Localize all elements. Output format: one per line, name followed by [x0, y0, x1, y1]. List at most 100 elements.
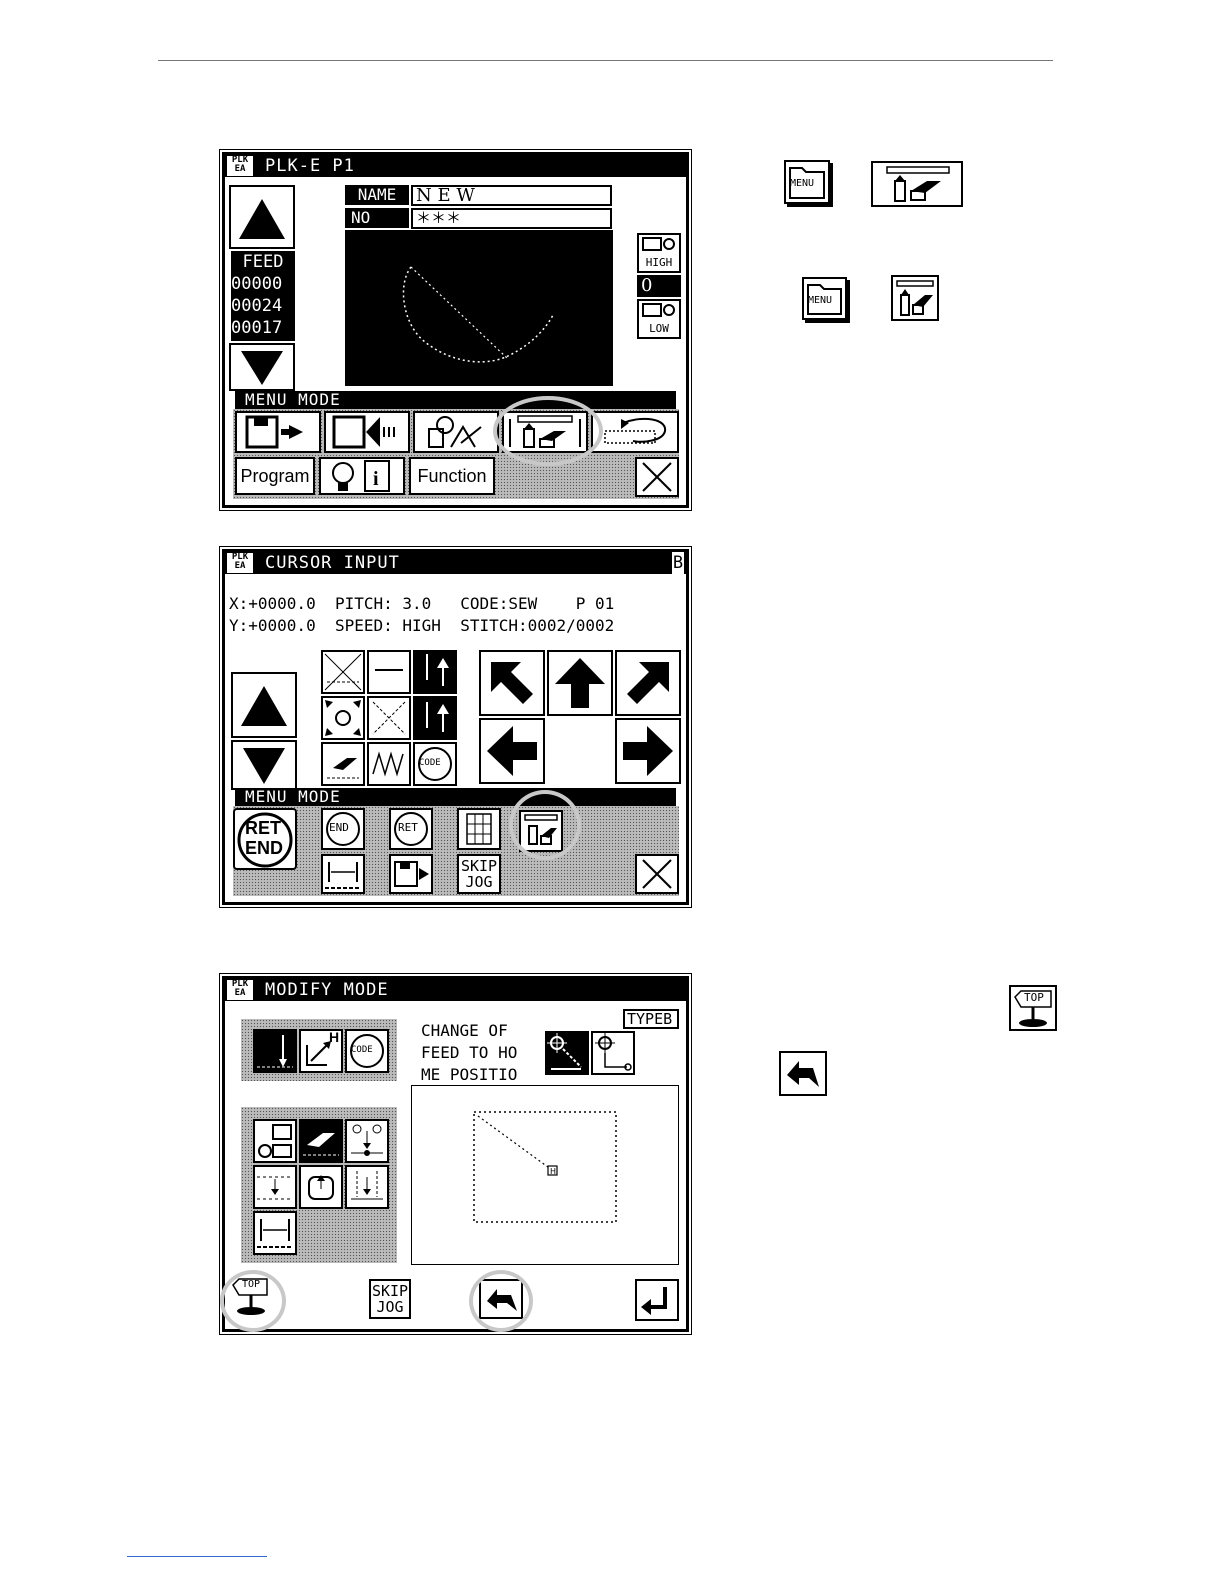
- move-point-button[interactable]: [345, 1119, 389, 1163]
- move-block-icon: [257, 1176, 293, 1200]
- speed-high-label: HIGH: [645, 256, 673, 269]
- no-field[interactable]: ＊＊＊: [411, 208, 612, 229]
- width-button[interactable]: [321, 854, 365, 894]
- offset-button[interactable]: [345, 1165, 389, 1209]
- erase-button[interactable]: [299, 1119, 343, 1163]
- type-value: B: [663, 1010, 673, 1028]
- highlight-ring: [220, 1270, 286, 1332]
- save-pattern-button[interactable]: [235, 411, 321, 453]
- needle-feed-icon: [257, 1035, 293, 1068]
- screen-modify-mode: PLK EA MODIFY MODE H CODE CHANGE OF FEED …: [219, 973, 692, 1335]
- toolbar-area: [233, 806, 679, 896]
- close-button[interactable]: [635, 854, 679, 894]
- convert-arrow-icon: [604, 417, 667, 444]
- end-button[interactable]: END: [321, 808, 365, 850]
- erase-button[interactable]: [321, 742, 365, 786]
- program-button[interactable]: Program: [235, 457, 315, 495]
- feed-path-button[interactable]: [591, 1031, 635, 1075]
- skip-jog-button[interactable]: SKIP JOG: [369, 1279, 411, 1319]
- home-position-button[interactable]: H: [299, 1029, 343, 1073]
- zigzag-icon: [372, 751, 404, 777]
- numpad-button[interactable]: [457, 808, 501, 850]
- load-pattern-button[interactable]: [324, 411, 410, 453]
- point-select-button[interactable]: [321, 696, 365, 740]
- enter-button[interactable]: [635, 1279, 679, 1321]
- zigzag-button[interactable]: [367, 742, 411, 786]
- arrow-up-right-icon: [627, 662, 669, 704]
- plk-logo: PLK EA: [227, 553, 253, 573]
- ret-button[interactable]: RET: [389, 808, 433, 850]
- transform-pattern-button[interactable]: [591, 411, 679, 453]
- arrow-left-icon: [487, 726, 537, 776]
- code-button[interactable]: CODE: [345, 1029, 389, 1073]
- description-line-1: CHANGE OF: [421, 1021, 508, 1040]
- needle-up-alt-button[interactable]: [413, 696, 457, 740]
- close-button[interactable]: [635, 457, 679, 497]
- name-field[interactable]: N E W: [411, 185, 612, 206]
- converge-arrows-icon: [325, 700, 361, 736]
- eraser-icon: [303, 1133, 339, 1156]
- title-bar: PLK EA PLK-E P1: [225, 155, 686, 177]
- create-pattern-button[interactable]: [413, 411, 499, 453]
- cross-dashed-icon: [372, 701, 406, 735]
- numpad-icon: [466, 813, 492, 845]
- scroll-down-button[interactable]: [231, 740, 297, 790]
- info-button[interactable]: i: [319, 457, 405, 495]
- feed-down-button[interactable]: [229, 343, 295, 391]
- width-button[interactable]: [253, 1211, 297, 1255]
- title-bar: PLK EA CURSOR INPUT B: [225, 552, 686, 574]
- save-button[interactable]: [389, 854, 433, 894]
- description-line-2: FEED TO HO: [421, 1043, 518, 1062]
- ret-button-label: RET: [398, 821, 418, 834]
- cross-button[interactable]: [367, 696, 411, 740]
- speed-dial-icon: [642, 303, 675, 317]
- needle-up-icon: [426, 702, 449, 732]
- needle-up-button[interactable]: [413, 650, 457, 694]
- scroll-up-button[interactable]: [231, 672, 297, 738]
- function-button[interactable]: Function: [409, 457, 495, 495]
- pattern-preview: [345, 230, 613, 386]
- plk-logo: PLK EA: [227, 156, 253, 176]
- move-element-button[interactable]: [299, 1165, 343, 1209]
- needle-feed-button[interactable]: [253, 1029, 297, 1073]
- move-right-button[interactable]: [615, 718, 681, 784]
- move-left-button[interactable]: [479, 718, 545, 784]
- highlight-ring: [493, 396, 603, 466]
- move-up-button[interactable]: [547, 650, 613, 716]
- feed-up-button[interactable]: [229, 185, 295, 249]
- jog-label: JOG: [465, 873, 493, 891]
- speed-low-button[interactable]: LOW: [637, 299, 681, 339]
- feed-value-2: 00024: [231, 296, 283, 316]
- skip-jog-button[interactable]: SKIP JOG: [457, 854, 501, 894]
- code-button[interactable]: CODE: [413, 742, 457, 786]
- speed-low-label: LOW: [649, 322, 669, 335]
- feed-value-3: 00017: [231, 318, 283, 338]
- line-button[interactable]: [367, 650, 411, 694]
- menu-icon: MENU: [784, 160, 830, 204]
- speed-dial-icon: [642, 237, 675, 251]
- ret-end-button[interactable]: RET END: [233, 808, 297, 870]
- screen-title: CURSOR INPUT: [265, 553, 400, 573]
- ruler-pencil-eraser-icon: [896, 280, 934, 316]
- menu-label-small: MENU: [808, 295, 833, 306]
- screen-cursor-input: PLK EA CURSOR INPUT B X:+0000.0 PITCH: 3.…: [219, 546, 692, 908]
- move-up-left-button[interactable]: [479, 650, 545, 716]
- header-rule: [158, 60, 1053, 61]
- insert-button[interactable]: [253, 1119, 297, 1163]
- svg-text:H: H: [550, 1167, 556, 1176]
- jog-label: JOG: [376, 1298, 404, 1316]
- ret-label: RET: [245, 818, 281, 838]
- end-button-label: END: [329, 821, 349, 834]
- arrow-right-icon: [623, 726, 673, 776]
- move-block-button[interactable]: [253, 1165, 297, 1209]
- close-x-icon: [642, 462, 672, 492]
- pencil-shapes-icon: [428, 416, 482, 448]
- name-label: NAME: [345, 185, 409, 205]
- needle-feed-icon: [324, 653, 362, 691]
- move-up-right-button[interactable]: [615, 650, 681, 716]
- speed-high-button[interactable]: HIGH: [637, 233, 681, 273]
- stitch-mode-button[interactable]: [321, 650, 365, 694]
- feed-direct-button[interactable]: [545, 1031, 589, 1075]
- top-icon-side: TOP: [1009, 985, 1057, 1031]
- pattern-frame: H: [473, 1111, 617, 1223]
